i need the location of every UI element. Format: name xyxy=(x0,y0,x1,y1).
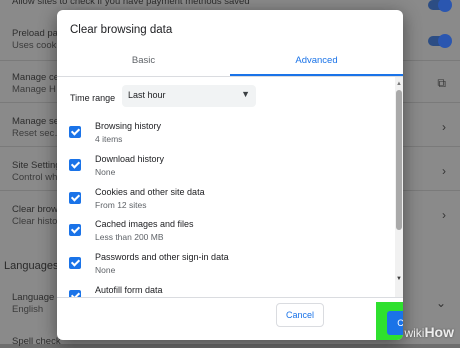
list-item: Autofill form data xyxy=(69,285,389,297)
tab-bar: Basic Advanced xyxy=(57,46,403,76)
cancel-button[interactable]: Cancel xyxy=(276,303,324,327)
chevron-right-icon: › xyxy=(442,164,446,178)
toggle-switch xyxy=(428,0,452,12)
toggle-switch xyxy=(428,34,452,48)
divider xyxy=(57,297,403,298)
chevron-right-icon: › xyxy=(442,208,446,222)
bg-setting-row: Language English xyxy=(12,292,54,316)
checkbox-browsing-history[interactable] xyxy=(69,126,81,138)
list-item: Cached images and files Less than 200 MB xyxy=(69,219,389,249)
item-label: Cookies and other site data xyxy=(95,187,205,197)
scroll-down-arrow-icon[interactable]: ▼ xyxy=(395,275,403,283)
bg-setting-row: Spell check xyxy=(12,336,61,348)
tab-advanced[interactable]: Advanced xyxy=(230,46,403,76)
time-range-label: Time range xyxy=(70,93,116,103)
clear-browsing-data-dialog: Clear browsing data Basic Advanced Time … xyxy=(57,10,403,340)
bg-setting-title: Language xyxy=(12,292,55,303)
bg-setting-row: Allow sites to check if you have payment… xyxy=(12,0,250,8)
chevron-down-icon: ⌄ xyxy=(435,296,446,310)
checkbox-passwords[interactable] xyxy=(69,257,81,269)
chevron-right-icon: › xyxy=(442,120,446,134)
tab-basic[interactable]: Basic xyxy=(57,46,230,76)
list-item: Download history None xyxy=(69,154,389,184)
bg-setting-sub: English xyxy=(12,304,44,315)
watermark-logo: wikiHow xyxy=(404,324,454,340)
external-link-icon: ⧉ xyxy=(437,76,446,90)
bg-setting-title: Spell check xyxy=(12,336,61,347)
dialog-title: Clear browsing data xyxy=(70,24,173,36)
item-sub: None xyxy=(95,265,116,275)
bg-setting-title: Allow sites to check if you have payment… xyxy=(12,0,250,7)
scroll-up-arrow-icon[interactable]: ▲ xyxy=(395,80,403,88)
dropdown-arrow-icon: ▼ xyxy=(241,89,250,99)
checkbox-cookies[interactable] xyxy=(69,192,81,204)
item-label: Cached images and files xyxy=(95,219,194,229)
checkbox-cached-images[interactable] xyxy=(69,224,81,236)
item-label: Passwords and other sign-in data xyxy=(95,252,229,262)
item-label: Download history xyxy=(95,154,165,164)
scrollbar-thumb[interactable] xyxy=(396,90,402,230)
item-sub: None xyxy=(95,167,116,177)
checkbox-download-history[interactable] xyxy=(69,159,81,171)
clear-data-button[interactable]: Clear data xyxy=(387,311,403,335)
languages-heading: Languages xyxy=(4,260,59,272)
list-item: Browsing history 4 items xyxy=(69,121,389,151)
item-label: Browsing history xyxy=(95,121,162,131)
item-sub: From 12 sites xyxy=(95,200,147,210)
time-range-value: Last hour xyxy=(128,90,166,100)
item-sub: 4 items xyxy=(95,134,123,144)
checkbox-autofill[interactable] xyxy=(69,290,81,297)
time-range-select[interactable]: Last hour ▼ xyxy=(122,85,256,107)
item-sub: Less than 200 MB xyxy=(95,232,164,242)
dialog-content: Time range Last hour ▼ Browsing history … xyxy=(57,77,395,297)
list-item: Cookies and other site data From 12 site… xyxy=(69,187,389,217)
list-item: Passwords and other sign-in data None xyxy=(69,252,389,282)
item-label: Autofill form data xyxy=(95,285,163,295)
